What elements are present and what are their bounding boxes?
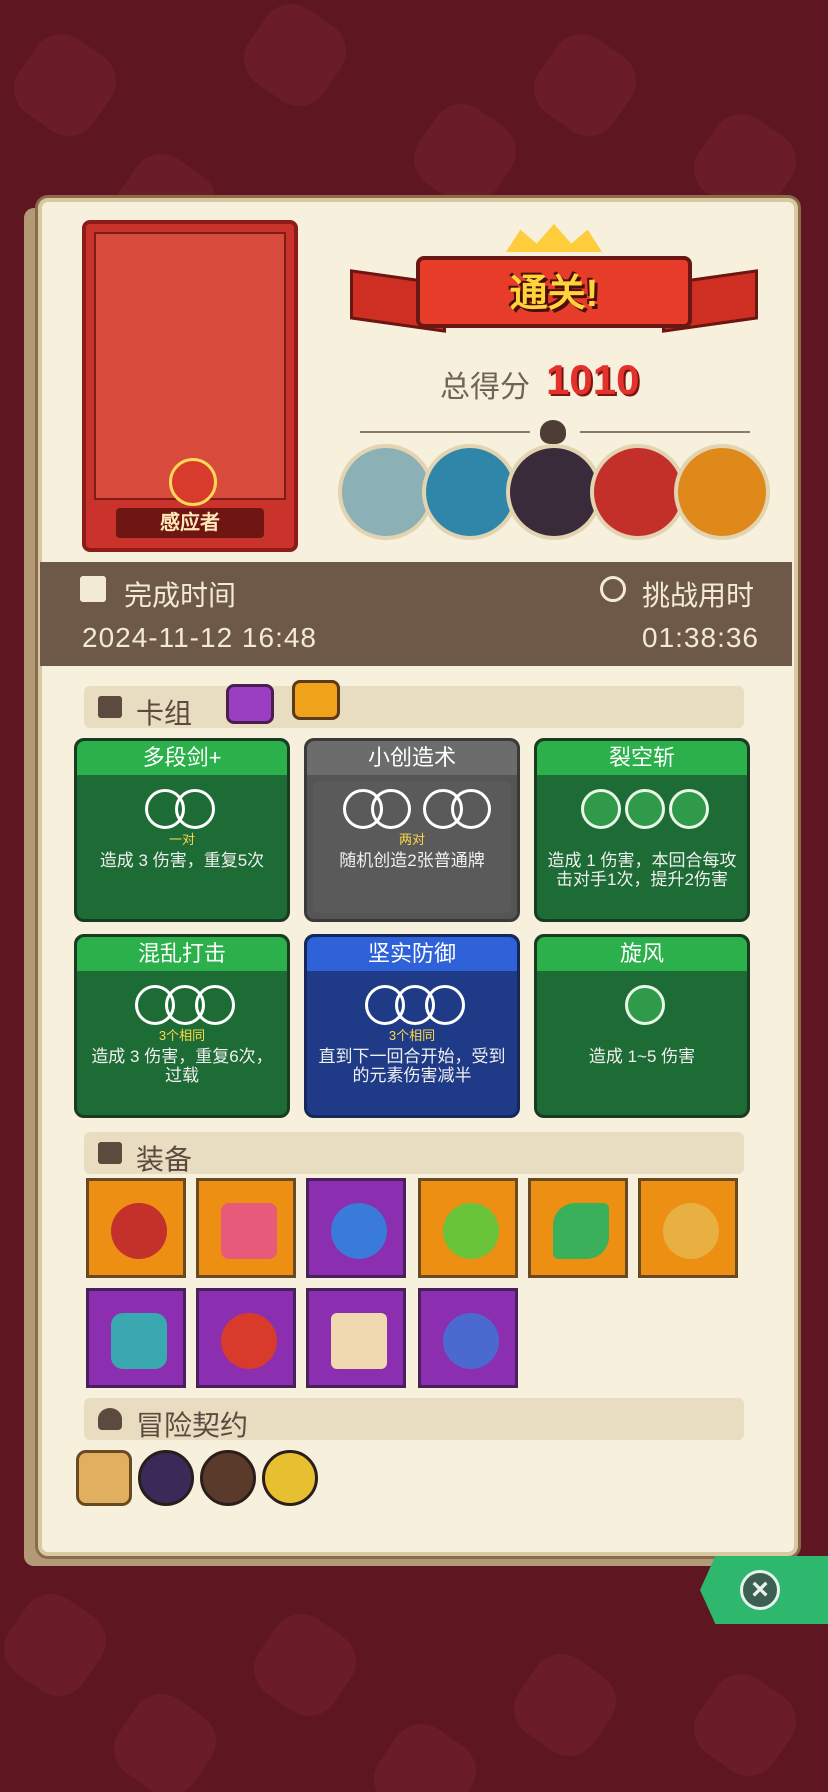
victory-banner: 通关! (350, 224, 758, 338)
deck-tab-purple[interactable] (226, 684, 274, 724)
close-icon: × (740, 1570, 780, 1610)
skill-card[interactable]: 旋风 造成 1~5 伤害 (534, 934, 750, 1118)
hero-card[interactable]: 感应者 (82, 220, 298, 552)
defeated-enemies (338, 444, 778, 540)
card-description: 直到下一回合开始，受到的元素伤害减半 (318, 1047, 506, 1085)
equipment-hook-icon[interactable] (418, 1288, 518, 1388)
equipment-label: 装备 (136, 1144, 193, 1175)
cube-icon (98, 1142, 122, 1164)
enemy-portrait[interactable] (338, 444, 434, 540)
contract-section-header: 冒险契约 (84, 1398, 744, 1441)
deck-label: 卡组 (136, 698, 193, 729)
finish-time-label: 完成时间 (124, 580, 237, 611)
skill-card[interactable]: 多段剑+ 一对 造成 3 伤害，重复5次 (74, 738, 290, 922)
hero-emblem-icon (169, 458, 217, 506)
equipment-dagger-icon[interactable] (196, 1288, 296, 1388)
card-condition: 一对 (168, 832, 195, 847)
equipment-section-header: 装备 (84, 1132, 744, 1175)
skill-card[interactable]: 裂空斩 造成 1 伤害，本回合每攻击对手1次，提升2伤害 (534, 738, 750, 922)
time-bar: 完成时间 挑战用时 2024-11-12 16:48 01:38:36 (40, 562, 792, 666)
card-condition: 3个相同 (388, 1028, 436, 1043)
contract-scroll-icon[interactable] (76, 1450, 132, 1506)
score-label: 总得分 (440, 371, 530, 404)
close-button[interactable]: × (700, 1556, 828, 1624)
equipment-ring-icon[interactable] (86, 1178, 186, 1278)
skull-icon (540, 420, 566, 444)
equipment-feather-icon[interactable] (528, 1178, 628, 1278)
result-title: 通关! (509, 273, 599, 315)
divider (340, 420, 770, 444)
enemy-portrait[interactable] (674, 444, 770, 540)
card-condition: 两对 (398, 832, 425, 847)
card-description: 造成 3 伤害，重复6次，过载 (91, 1047, 273, 1085)
challenge-time-value: 01:38:36 (642, 622, 759, 653)
equipment-heart-box-icon[interactable] (196, 1178, 296, 1278)
equipment-potion-icon[interactable] (418, 1178, 518, 1278)
finish-time-value: 2024-11-12 16:48 (82, 622, 317, 653)
contract-coin-icon[interactable] (262, 1450, 318, 1506)
card-description: 造成 1~5 伤害 (588, 1047, 696, 1066)
card-title: 多段剑+ (77, 741, 287, 775)
equipment-mask-icon[interactable] (86, 1288, 186, 1388)
enemy-portrait[interactable] (422, 444, 518, 540)
equipment-blade-icon[interactable] (306, 1178, 406, 1278)
skill-card[interactable]: 坚实防御 3个相同 直到下一回合开始，受到的元素伤害减半 (304, 934, 520, 1118)
calendar-icon (80, 576, 106, 602)
equipment-bag-icon[interactable] (638, 1178, 738, 1278)
equipment-dice-icon[interactable] (306, 1288, 406, 1388)
card-title: 旋风 (537, 937, 747, 971)
contract-gem-icon[interactable] (200, 1450, 256, 1506)
card-description: 造成 3 伤害，重复5次 (99, 851, 265, 870)
card-description: 造成 1 伤害，本回合每攻击对手1次，提升2伤害 (547, 851, 737, 889)
card-title: 小创造术 (307, 741, 517, 775)
enemy-portrait[interactable] (590, 444, 686, 540)
cards-icon (98, 696, 122, 718)
hero-name: 感应者 (116, 508, 264, 538)
contract-mushroom-icon[interactable] (138, 1450, 194, 1506)
enemy-portrait[interactable] (506, 444, 602, 540)
deck-tab-orange[interactable] (292, 680, 340, 720)
skill-card[interactable]: 小创造术 两对 随机创造2张普通牌 (304, 738, 520, 922)
stopwatch-icon (600, 576, 626, 602)
pawn-icon (98, 1408, 122, 1430)
challenge-time-label: 挑战用时 (642, 580, 755, 611)
card-description: 随机创造2张普通牌 (339, 851, 485, 870)
deck-section-header: 卡组 (84, 686, 744, 729)
skill-card[interactable]: 混乱打击 3个相同 造成 3 伤害，重复6次，过载 (74, 934, 290, 1118)
total-score: 总得分 1010 (440, 356, 710, 406)
card-title: 坚实防御 (307, 937, 517, 971)
contract-label: 冒险契约 (136, 1410, 249, 1441)
score-value: 1010 (546, 356, 640, 403)
card-condition: 3个相同 (158, 1028, 206, 1043)
card-title: 混乱打击 (77, 937, 287, 971)
card-title: 裂空斩 (537, 741, 747, 775)
